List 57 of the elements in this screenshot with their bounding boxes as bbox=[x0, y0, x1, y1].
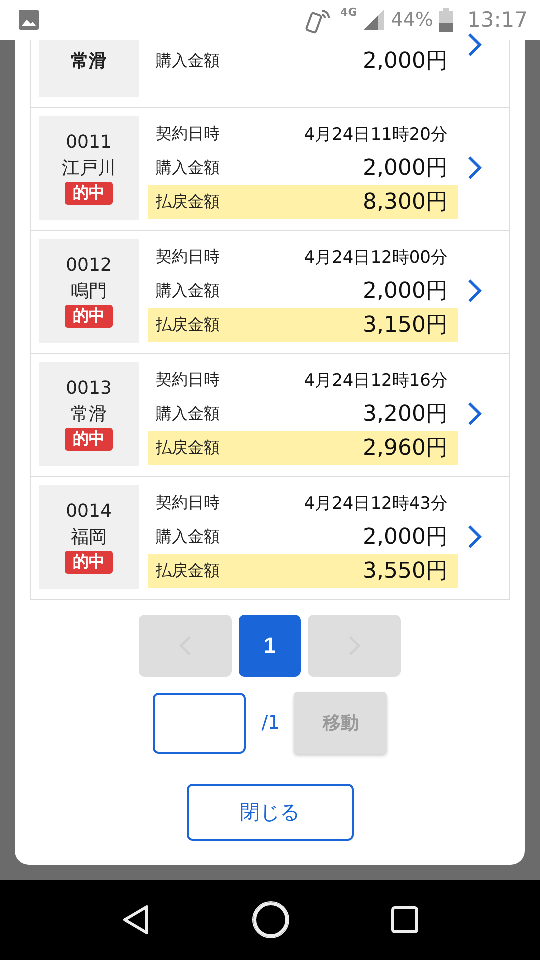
row-value: 4月24日12時16分 bbox=[304, 370, 448, 392]
venue-name: 福岡 bbox=[71, 526, 107, 549]
ticket-number: 0013 bbox=[66, 377, 112, 400]
row-label: 購入金額 bbox=[156, 158, 220, 178]
row-label: 契約日時 bbox=[156, 370, 220, 390]
chevron-right-icon bbox=[467, 401, 483, 427]
page-total: /1 bbox=[262, 712, 280, 734]
row-value: 2,000円 bbox=[363, 155, 448, 183]
row-value: 3,150円 bbox=[363, 312, 448, 340]
chevron-right-icon bbox=[467, 32, 483, 58]
row-value: 2,000円 bbox=[363, 278, 448, 306]
signal-icon bbox=[363, 9, 386, 31]
row-label: 契約日時 bbox=[156, 124, 220, 144]
battery-icon bbox=[439, 8, 454, 32]
row-label: 購入金額 bbox=[156, 526, 220, 548]
row-label: 購入金額 bbox=[156, 280, 220, 302]
row-label: 購入金額 bbox=[156, 50, 220, 72]
chevron-right-icon bbox=[467, 278, 483, 304]
row-value: 3,200円 bbox=[363, 401, 448, 429]
page-input[interactable] bbox=[152, 692, 246, 754]
row-label: 払戻金額 bbox=[156, 192, 220, 212]
row-label: 契約日時 bbox=[156, 246, 220, 268]
chevron-right-icon bbox=[467, 524, 483, 550]
venue-name: 常滑 bbox=[71, 50, 107, 74]
row-value: 4月24日12時00分 bbox=[304, 246, 448, 268]
row-value: 2,000円 bbox=[363, 524, 448, 552]
clock: 13:17 bbox=[467, 8, 528, 32]
row-value: 2,000円 bbox=[363, 48, 448, 76]
home-icon[interactable] bbox=[252, 901, 290, 939]
row-label: 購入金額 bbox=[156, 404, 220, 424]
hit-badge: 的中 bbox=[65, 304, 113, 328]
row-label: 払戻金額 bbox=[156, 560, 220, 582]
ticket-number: 0011 bbox=[66, 131, 112, 154]
page-button[interactable]: 1 bbox=[239, 615, 301, 677]
row-value: 4月24日11時20分 bbox=[304, 124, 448, 146]
recent-apps-icon[interactable] bbox=[391, 906, 420, 934]
row-value: 2,960円 bbox=[363, 435, 448, 463]
chevron-right-icon bbox=[467, 155, 483, 181]
hit-badge: 的中 bbox=[65, 428, 113, 451]
row-label: 払戻金額 bbox=[156, 314, 220, 336]
row-value: 4月24日12時43分 bbox=[304, 492, 448, 514]
row-label: 契約日時 bbox=[156, 492, 220, 514]
row-value: 8,300円 bbox=[363, 189, 448, 217]
image-icon bbox=[18, 9, 40, 31]
back-icon[interactable] bbox=[120, 904, 151, 936]
hit-badge: 的中 bbox=[65, 182, 113, 205]
venue-name: 江戸川 bbox=[62, 156, 116, 180]
row-label: 払戻金額 bbox=[156, 438, 220, 458]
row-value: 3,550円 bbox=[363, 558, 448, 586]
network-type: 4G bbox=[340, 6, 358, 19]
hit-badge: 的中 bbox=[65, 550, 113, 574]
venue-name: 鳴門 bbox=[71, 280, 107, 303]
venue-name: 常滑 bbox=[71, 402, 107, 426]
close-button[interactable]: 閉じる bbox=[186, 784, 354, 841]
battery-percent: 44% bbox=[391, 9, 434, 31]
ticket-number: 0014 bbox=[66, 500, 112, 524]
ticket-number: 0012 bbox=[66, 254, 112, 278]
